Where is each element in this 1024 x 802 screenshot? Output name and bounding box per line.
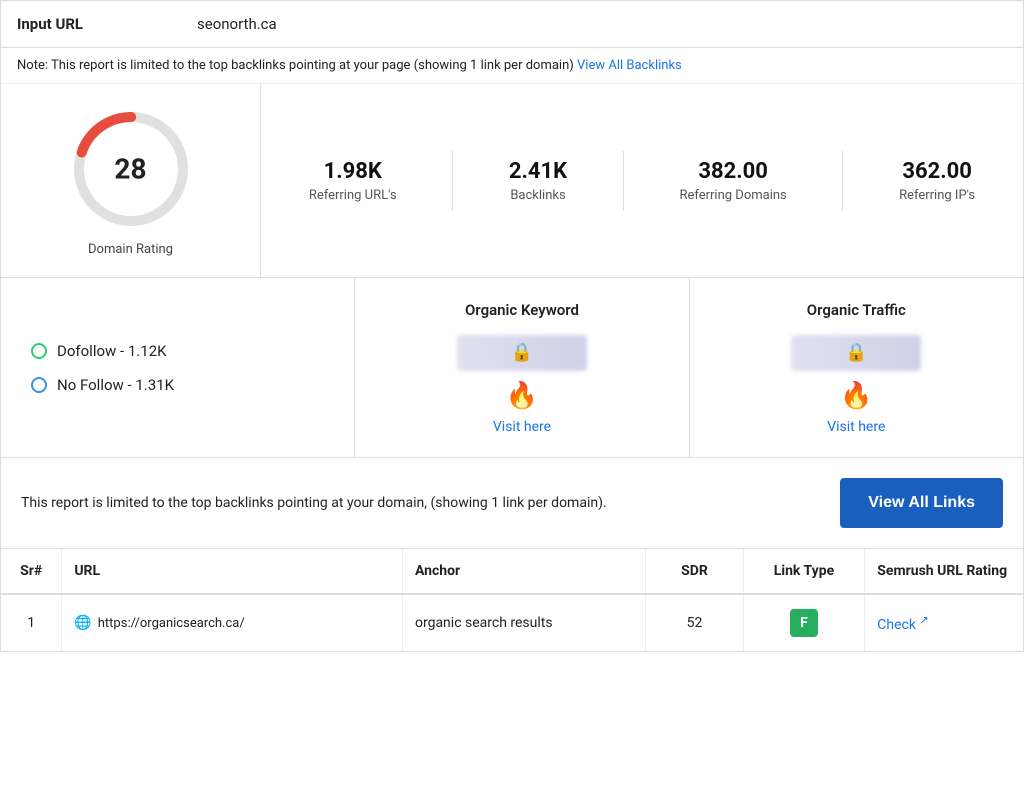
metric-backlinks-value: 2.41K <box>509 159 567 184</box>
col-header-linktype: Link Type <box>743 549 865 594</box>
lock-icon-2: 🔒 <box>845 342 867 363</box>
domain-rating-box: 28 Domain Rating <box>1 84 261 277</box>
table-header-row: Sr# URL Anchor SDR Link Type Semrush URL… <box>1 549 1023 594</box>
metric-referring-urls: 1.98K Referring URL's <box>309 159 397 203</box>
col-header-sdr: SDR <box>646 549 743 594</box>
view-all-links-button[interactable]: View All Links <box>840 478 1003 528</box>
input-url-label: Input URL <box>17 15 197 33</box>
metric-referring-urls-label: Referring URL's <box>309 188 397 203</box>
dofollow-circle-icon <box>31 343 47 359</box>
cell-sdr: 52 <box>646 594 743 651</box>
input-url-row: Input URL seonorth.ca <box>1 1 1023 48</box>
globe-icon: 🌐 <box>74 615 91 631</box>
col-header-semrush: Semrush URL Rating <box>865 549 1023 594</box>
nofollow-item: No Follow - 1.31K <box>31 376 324 394</box>
external-link-icon: ↗ <box>919 613 928 626</box>
col-header-url: URL <box>62 549 403 594</box>
url-cell: 🌐 https://organicsearch.ca/ <box>74 615 390 631</box>
metric-divider-2 <box>623 151 624 211</box>
metric-backlinks: 2.41K Backlinks <box>509 159 567 203</box>
link-section: Dofollow - 1.12K No Follow - 1.31K Organ… <box>1 278 1023 458</box>
domain-rating-label: Domain Rating <box>88 242 173 257</box>
table-row: 1 🌐 https://organicsearch.ca/ organic se… <box>1 594 1023 651</box>
organic-traffic-fire: 🔥 <box>840 383 872 409</box>
nofollow-label: No Follow - 1.31K <box>57 376 174 394</box>
organic-traffic-locked: 🔒 <box>791 333 921 373</box>
cell-semrush: Check ↗ <box>865 594 1023 651</box>
report-bar-text: This report is limited to the top backli… <box>21 493 607 514</box>
dofollow-label: Dofollow - 1.12K <box>57 342 167 360</box>
metric-referring-urls-value: 1.98K <box>309 159 397 184</box>
check-link[interactable]: Check ↗ <box>877 617 928 633</box>
col-header-sr: Sr# <box>1 549 62 594</box>
note-bar: Note: This report is limited to the top … <box>1 48 1023 84</box>
dofollow-item: Dofollow - 1.12K <box>31 342 324 360</box>
metric-referring-ips: 362.00 Referring IP's <box>899 159 975 203</box>
table-section: Sr# URL Anchor SDR Link Type Semrush URL… <box>1 549 1023 651</box>
nofollow-circle-icon <box>31 377 47 393</box>
organic-traffic-visit-link[interactable]: Visit here <box>827 419 885 435</box>
organic-traffic-title: Organic Traffic <box>807 301 906 319</box>
organic-keyword-title: Organic Keyword <box>465 301 579 319</box>
metric-referring-domains-value: 382.00 <box>679 159 786 184</box>
organic-keyword-locked: 🔒 <box>457 333 587 373</box>
metric-referring-ips-value: 362.00 <box>899 159 975 184</box>
cell-url: 🌐 https://organicsearch.ca/ <box>62 594 403 651</box>
metric-referring-domains: 382.00 Referring Domains <box>679 159 786 203</box>
input-url-value: seonorth.ca <box>197 15 277 33</box>
domain-rating-value: 28 <box>114 153 146 186</box>
view-all-backlinks-link[interactable]: View All Backlinks <box>577 58 682 73</box>
cell-sr: 1 <box>1 594 62 651</box>
metrics-box: 1.98K Referring URL's 2.41K Backlinks 38… <box>261 84 1023 277</box>
report-bar: This report is limited to the top backli… <box>1 458 1023 549</box>
organic-keyword-box: Organic Keyword 🔒 🔥 Visit here <box>355 278 689 457</box>
stats-section: 28 Domain Rating 1.98K Referring URL's 2… <box>1 84 1023 278</box>
col-header-anchor: Anchor <box>402 549 645 594</box>
gauge-chart: 28 <box>66 104 196 234</box>
metric-divider-3 <box>842 151 843 211</box>
metric-referring-ips-label: Referring IP's <box>899 188 975 203</box>
note-text: Note: This report is limited to the top … <box>17 58 574 73</box>
organic-keyword-fire: 🔥 <box>506 383 538 409</box>
organic-keyword-visit-link[interactable]: Visit here <box>493 419 551 435</box>
organic-traffic-box: Organic Traffic 🔒 🔥 Visit here <box>690 278 1023 457</box>
lock-icon: 🔒 <box>511 342 533 363</box>
metric-referring-domains-label: Referring Domains <box>679 188 786 203</box>
metric-divider-1 <box>452 151 453 211</box>
cell-linktype: F <box>743 594 865 651</box>
page-wrapper: Input URL seonorth.ca Note: This report … <box>0 0 1024 652</box>
f-badge: F <box>790 609 818 637</box>
dofollow-box: Dofollow - 1.12K No Follow - 1.31K <box>1 278 355 457</box>
url-text: https://organicsearch.ca/ <box>98 616 245 631</box>
backlinks-table: Sr# URL Anchor SDR Link Type Semrush URL… <box>1 549 1023 651</box>
metric-backlinks-label: Backlinks <box>509 188 567 203</box>
cell-anchor: organic search results <box>402 594 645 651</box>
